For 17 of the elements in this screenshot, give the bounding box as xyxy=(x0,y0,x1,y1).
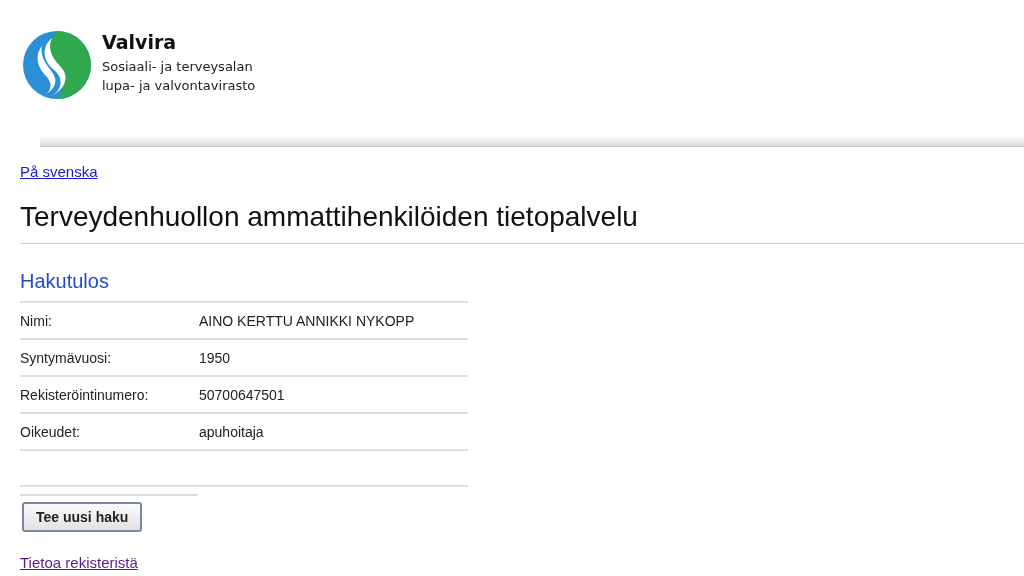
brand-name: Valvira xyxy=(102,31,178,53)
tagline: lupa- ja valvontavirasto xyxy=(102,77,256,95)
field-label: Nimi: xyxy=(20,312,53,329)
info-link[interactable]: Tietoa rekisteristä xyxy=(20,554,1024,571)
tagline: Sosiaali- ja terveysalan xyxy=(102,58,254,76)
field-value: 50700647501 xyxy=(199,386,285,403)
logo-icon xyxy=(22,30,92,100)
field-value: 1950 xyxy=(199,349,231,366)
field-label: Oikeudet: xyxy=(20,423,81,440)
field-value: AINO KERTTU ANNIKKI NYKOPP xyxy=(199,312,415,329)
section-heading: Hakutulos xyxy=(20,270,110,293)
field-value: apuhoitaja xyxy=(199,423,264,440)
new-search-button[interactable]: Tee uusi haku xyxy=(22,502,143,532)
field-label: Rekisteröintinumero: xyxy=(20,386,150,403)
page-title: Terveydenhuollon ammattihenkilöiden tietopalvelu xyxy=(20,201,639,233)
language-link[interactable]: På svenska xyxy=(20,163,98,180)
field-label: Syntymävuosi: xyxy=(20,349,113,366)
